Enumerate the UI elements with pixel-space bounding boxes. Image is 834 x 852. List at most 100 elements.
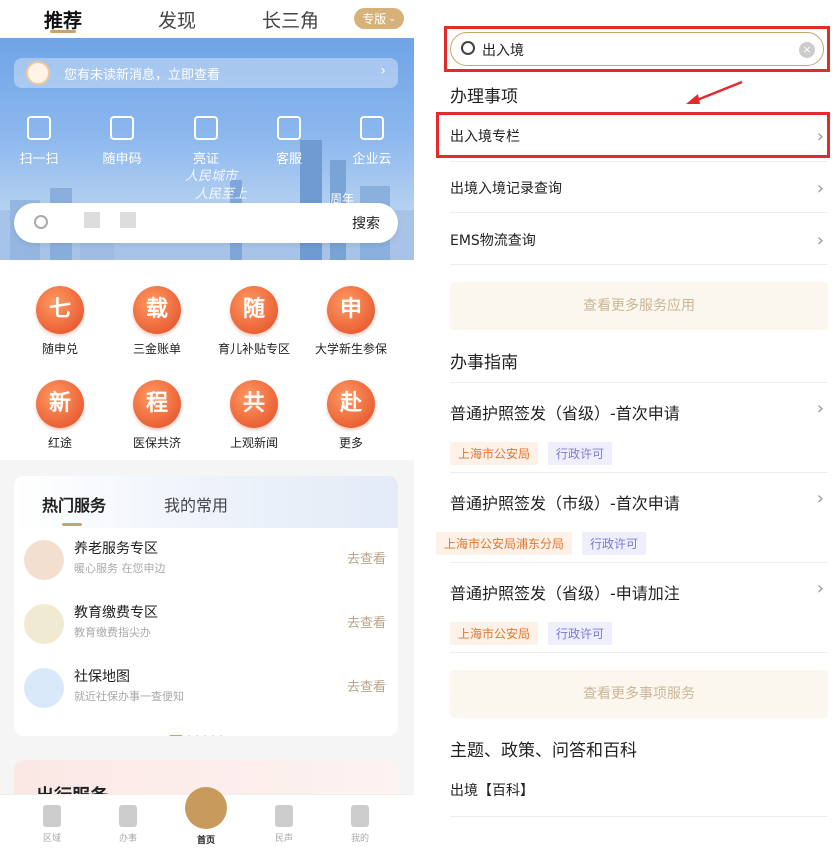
service-label: 更多 [338, 436, 363, 450]
service-item[interactable]: 随 育儿补贴专区 [204, 286, 304, 357]
service-badge-icon: 程 [133, 380, 181, 428]
service-badge-icon: 新 [36, 380, 84, 428]
home-search-bar[interactable]: 搜索 [14, 203, 398, 243]
quick-action-qrcode[interactable]: 随申码 [92, 116, 152, 167]
topic-item[interactable]: 出境【百科】 [450, 780, 828, 800]
search-button[interactable]: 搜索 [352, 213, 380, 233]
service-label: 上观新闻 [229, 436, 278, 450]
chevron-down-icon: ⌄ [388, 13, 396, 24]
section-title-topics: 主题、政策、问答和百科 [450, 741, 637, 761]
service-item-more[interactable]: 赴 更多 [301, 380, 401, 451]
hot-service-row[interactable]: 社保地图 就近社保办事一查便知 去查看 [14, 658, 398, 718]
item-row[interactable]: 出入境专栏 › [450, 126, 828, 147]
type-tag: 行政许可 [582, 532, 647, 555]
enterprise-cloud-icon [360, 116, 384, 140]
tab-discover[interactable]: 发现 [158, 6, 196, 33]
quick-action-label: 扫一扫 [19, 152, 59, 167]
unread-message-bar[interactable]: 您有未读新消息，立即查看 › [14, 58, 398, 88]
nav-label: 区域 [42, 834, 61, 844]
section-title-items: 办理事项 [450, 87, 518, 107]
hot-service-row[interactable]: 养老服务专区 暖心服务 在您申边 去查看 [14, 530, 398, 590]
quick-action-customer-service[interactable]: 客服 [259, 116, 319, 167]
divider [450, 816, 828, 817]
nav-label: 我的 [350, 834, 369, 844]
nav-label: 首页 [196, 836, 215, 846]
slogan-line: 人民至上 [195, 187, 248, 202]
nav-mine[interactable]: 我的 [330, 805, 390, 844]
nav-label: 民声 [274, 834, 293, 844]
left-screen: 推荐 发现 长三角 专版 ⌄ 您有未读新消息，立即查看 › 扫一扫 随申码 亮证… [0, 0, 414, 852]
more-matters-button[interactable]: 查看更多事项服务 [450, 670, 828, 718]
user-icon [351, 805, 369, 827]
clear-icon[interactable]: × [799, 42, 815, 58]
hot-service-title: 教育缴费专区 [74, 605, 158, 621]
nav-public-voice[interactable]: 民声 [254, 805, 314, 844]
guide-item[interactable]: 普通护照签发（市级）-首次申请 › 上海市公安局浦东分局 行政许可 [436, 488, 828, 555]
item-label: EMS物流查询 [450, 233, 536, 249]
social-security-map-icon [24, 668, 64, 708]
divider [450, 212, 828, 213]
quick-action-scan[interactable]: 扫一扫 [9, 116, 69, 167]
service-grid: 七 随申兑 载 三金账单 随 育儿补贴专区 申 大学新生参保 新 红途 程 医保… [0, 260, 414, 460]
active-tab-underline [50, 30, 76, 33]
hot-service-row[interactable]: 教育缴费专区 教育缴费指尖办 去查看 [14, 594, 398, 654]
edition-badge-label: 专版 [362, 12, 387, 26]
service-label: 随申兑 [41, 342, 78, 356]
nav-label: 办事 [118, 834, 137, 844]
quick-action-id-card[interactable]: 亮证 [176, 116, 236, 167]
service-badge-icon: 申 [327, 286, 375, 334]
brush-icon [119, 805, 137, 827]
tab-recommend[interactable]: 推荐 [44, 6, 82, 33]
search-results-screen: 出入境 × 办理事项 出入境专栏 › 出境入境记录查询 › EMS物流查询 › … [414, 0, 834, 852]
quick-action-enterprise-cloud[interactable]: 企业云 [342, 116, 402, 167]
edition-badge[interactable]: 专版 ⌄ [354, 8, 404, 29]
service-label: 大学新生参保 [314, 342, 387, 356]
service-item[interactable]: 新 红途 [10, 380, 110, 451]
nav-home[interactable]: 首页 [176, 787, 236, 846]
item-row[interactable]: EMS物流查询 › [450, 230, 828, 251]
item-row[interactable]: 出境入境记录查询 › [450, 178, 828, 199]
org-tag: 上海市公安局 [450, 622, 539, 645]
service-item[interactable]: 七 随申兑 [10, 286, 110, 357]
tab-hot-services[interactable]: 热门服务 [42, 492, 106, 516]
service-badge-icon: 赴 [327, 380, 375, 428]
hot-service-subtitle: 教育缴费指尖办 [74, 626, 151, 639]
view-button[interactable]: 去查看 [347, 676, 386, 695]
guide-title: 普通护照签发（省级）-申请加注 [450, 584, 680, 603]
divider [450, 382, 828, 383]
search-icon [34, 215, 48, 229]
guide-item[interactable]: 普通护照签发（省级）-首次申请 › 上海市公安局 行政许可 [450, 398, 828, 465]
unread-message-text: 您有未读新消息，立即查看 [64, 67, 221, 83]
service-item[interactable]: 申 大学新生参保 [301, 286, 401, 357]
guide-title: 普通护照签发（省级）-首次申请 [450, 404, 680, 423]
tab-yangtze-delta[interactable]: 长三角 [262, 6, 319, 33]
slogan-line: 人民城市 [185, 169, 238, 184]
guide-item[interactable]: 普通护照签发（省级）-申请加注 › 上海市公安局 行政许可 [450, 578, 828, 645]
service-label: 红途 [47, 436, 72, 450]
chevron-right-icon: › [816, 578, 824, 599]
service-badge-icon: 随 [230, 286, 278, 334]
tab-my-frequent[interactable]: 我的常用 [164, 492, 228, 516]
hot-service-subtitle: 暖心服务 在您申边 [74, 562, 166, 575]
divider [450, 652, 828, 653]
education-avatar-icon [24, 604, 64, 644]
nav-affairs[interactable]: 办事 [98, 805, 158, 844]
quick-action-label: 亮证 [192, 152, 219, 167]
hot-service-title: 社保地图 [74, 669, 130, 685]
view-button[interactable]: 去查看 [347, 548, 386, 567]
more-services-button[interactable]: 查看更多服务应用 [450, 282, 828, 330]
search-input[interactable]: 出入境 × [450, 32, 824, 66]
id-card-icon [194, 116, 218, 140]
view-button[interactable]: 去查看 [347, 612, 386, 631]
service-item[interactable]: 共 上观新闻 [204, 380, 304, 451]
item-label: 出境入境记录查询 [450, 181, 562, 197]
service-label: 医保共济 [132, 436, 181, 450]
hot-services-card: 热门服务 我的常用 养老服务专区 暖心服务 在您申边 去查看 教育缴费专区 教育… [14, 476, 398, 736]
hot-services-tabs: 热门服务 我的常用 [14, 476, 398, 528]
nav-region[interactable]: 区域 [22, 805, 82, 844]
service-item[interactable]: 程 医保共济 [107, 380, 207, 451]
service-item[interactable]: 载 三金账单 [107, 286, 207, 357]
service-label: 三金账单 [132, 342, 181, 356]
banner-slogan: 人民城市 人民至上 [185, 168, 247, 204]
hot-service-title: 养老服务专区 [74, 541, 158, 557]
